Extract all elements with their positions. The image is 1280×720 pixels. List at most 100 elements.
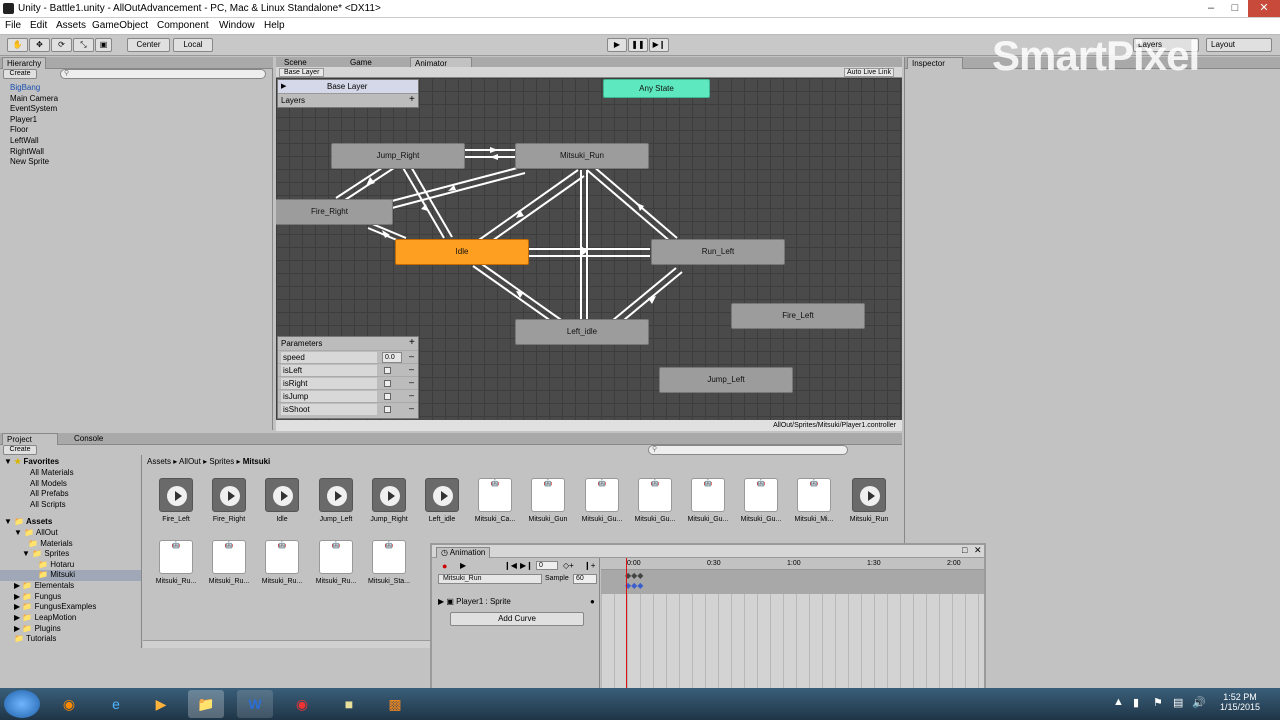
file-explorer-icon[interactable]: 📁 (188, 690, 224, 718)
move-tool-icon[interactable]: ✥ (29, 38, 50, 52)
hierarchy-item[interactable]: RightWall (10, 147, 44, 156)
asset-clip[interactable]: Jump_Right (365, 478, 413, 523)
favorites-node[interactable]: ▼ ★ Favorites (4, 457, 59, 466)
state-jump-left[interactable]: Jump_Left (659, 367, 793, 393)
animator-graph[interactable]: Any State Jump_Right Mitsuki_Run Fire_Ri… (276, 78, 902, 420)
folder-materials[interactable]: 📁 Materials (28, 539, 73, 548)
favorite-item[interactable]: All Materials (30, 468, 74, 477)
window-close-icon[interactable]: ✕ (974, 545, 982, 556)
record-button[interactable]: ● (442, 561, 447, 571)
favorite-item[interactable]: All Prefabs (30, 489, 69, 498)
state-fire-right[interactable]: Fire_Right (276, 199, 393, 225)
remove-parameter-icon[interactable]: – (409, 377, 414, 387)
add-curve-button[interactable]: Add Curve (450, 612, 584, 626)
remove-parameter-icon[interactable]: – (409, 351, 414, 361)
folder-hotaru[interactable]: 📁 Hotaru (38, 560, 74, 569)
parameter-checkbox[interactable] (384, 393, 391, 400)
crumb[interactable]: Sprites (209, 457, 234, 466)
asset-sprite[interactable]: 🤖 Mitsuki_Ru... (152, 540, 200, 585)
menu-component[interactable]: Component (157, 20, 209, 31)
office-icon[interactable]: ▩ (377, 690, 413, 718)
layout-dropdown[interactable]: Layout (1206, 38, 1272, 52)
asset-clip[interactable]: Idle (258, 478, 306, 523)
keyframe-diamond-icon[interactable]: ◆◆◆ (625, 571, 643, 580)
folder-sprites[interactable]: ▼ 📁 Sprites (22, 549, 69, 558)
auto-live-link-toggle[interactable]: Auto Live Link (844, 68, 894, 77)
assets-node[interactable]: ▼ 📁 Assets (4, 517, 52, 526)
add-keyframe-icon[interactable]: ◇+ (563, 561, 574, 570)
menu-help[interactable]: Help (264, 20, 285, 31)
asset-sprite[interactable]: 🤖 Mitsuki_Ru... (205, 540, 253, 585)
parameter-checkbox[interactable] (384, 380, 391, 387)
maximize-button[interactable]: □ (1222, 0, 1248, 17)
tab-inspector[interactable]: Inspector (907, 57, 963, 69)
hierarchy-item[interactable]: New Sprite (10, 157, 49, 166)
state-jump-right[interactable]: Jump_Right (331, 143, 465, 169)
asset-sprite[interactable]: 🤖 Mitsuki_Ca... (471, 478, 519, 523)
asset-clip[interactable]: Jump_Left (312, 478, 360, 523)
start-button-icon[interactable] (4, 690, 40, 718)
parameter-checkbox[interactable] (384, 406, 391, 413)
remove-parameter-icon[interactable]: – (409, 390, 414, 400)
word-icon[interactable]: W (237, 690, 273, 718)
folder-allout[interactable]: ▼ 📁 AllOut (14, 528, 58, 537)
asset-sprite[interactable]: 🤖 Mitsuki_Mi... (790, 478, 838, 523)
folder-leapmotion[interactable]: ▶ 📁 LeapMotion (14, 613, 76, 622)
close-button[interactable]: ✕ (1248, 0, 1280, 17)
tab-console[interactable]: Console (70, 433, 107, 445)
asset-clip[interactable]: Fire_Left (152, 478, 200, 523)
favorite-item[interactable]: All Models (30, 479, 67, 488)
pivot-center-toggle[interactable]: Center (127, 38, 170, 52)
crumb[interactable]: Assets (147, 457, 171, 466)
menu-file[interactable]: File (5, 20, 21, 31)
project-create-button[interactable]: Create (3, 445, 37, 455)
asset-clip[interactable]: Mitsuki_Run (845, 478, 893, 523)
parameter-name[interactable]: isRight (281, 378, 377, 389)
sticky-notes-icon[interactable]: ■ (331, 690, 367, 718)
folder-plugins[interactable]: ▶ 📁 Plugins (14, 624, 61, 633)
hierarchy-item[interactable]: LeftWall (10, 136, 39, 145)
state-fire-left[interactable]: Fire_Left (731, 303, 865, 329)
favorite-item[interactable]: All Scripts (30, 500, 66, 509)
clip-dropdown[interactable]: Mitsuki_Run (438, 574, 542, 584)
remove-parameter-icon[interactable]: – (409, 403, 414, 413)
state-mitsuki-run[interactable]: Mitsuki_Run (515, 143, 649, 169)
folder-elementals[interactable]: ▶ 📁 Elementals (14, 581, 74, 590)
frame-field[interactable]: 0 (536, 561, 558, 570)
hierarchy-item[interactable]: Main Camera (10, 94, 58, 103)
pivot-local-toggle[interactable]: Local (173, 38, 213, 52)
hierarchy-search-input[interactable]: ⚲ (60, 69, 266, 79)
state-any[interactable]: Any State (603, 79, 710, 98)
network-icon[interactable]: ▤ (1173, 696, 1183, 709)
add-event-icon[interactable]: ❙+ (584, 561, 595, 570)
tab-animation[interactable]: ◷ Animation (436, 547, 491, 558)
parameter-checkbox[interactable] (384, 367, 391, 374)
crumb[interactable]: AllOut (179, 457, 201, 466)
hand-tool-icon[interactable]: ✋ (7, 38, 28, 52)
remove-parameter-icon[interactable]: – (409, 364, 414, 374)
tab-project[interactable]: Project (2, 433, 58, 445)
asset-clip[interactable]: Left_idle (418, 478, 466, 523)
crumb[interactable]: Mitsuki (243, 457, 271, 466)
parameter-name[interactable]: isJump (281, 391, 377, 402)
folder-fungusexamples[interactable]: ▶ 📁 FungusExamples (14, 602, 96, 611)
hierarchy-create-button[interactable]: Create (3, 69, 37, 79)
asset-sprite[interactable]: 🤖 Mitsuki_Gu... (631, 478, 679, 523)
hierarchy-item[interactable]: EventSystem (10, 104, 57, 113)
folder-tutorials[interactable]: 📁 Tutorials (14, 634, 56, 643)
firefox-icon[interactable]: ◉ (51, 690, 87, 718)
sample-field[interactable]: 60 (573, 574, 597, 584)
parameter-name[interactable]: isLeft (281, 365, 377, 376)
window-maximize-icon[interactable]: □ (962, 545, 967, 555)
tab-hierarchy[interactable]: Hierarchy (2, 57, 47, 69)
property-row[interactable]: ▶ ▣ Player1 : Sprite (438, 597, 511, 606)
prev-keyframe-button[interactable]: ❙◀ (504, 561, 517, 570)
asset-sprite[interactable]: 🤖 Mitsuki_Ru... (312, 540, 360, 585)
minimize-button[interactable]: – (1198, 0, 1224, 17)
clock[interactable]: 1:52 PM 1/15/2015 (1216, 692, 1264, 712)
project-search-input[interactable]: ⚲ (648, 445, 848, 455)
asset-sprite[interactable]: 🤖 Mitsuki_Sta... (365, 540, 413, 585)
show-hidden-icons[interactable]: ▲ (1113, 696, 1124, 708)
parameter-name[interactable]: isShoot (281, 404, 377, 415)
asset-sprite[interactable]: 🤖 Mitsuki_Gu... (578, 478, 626, 523)
